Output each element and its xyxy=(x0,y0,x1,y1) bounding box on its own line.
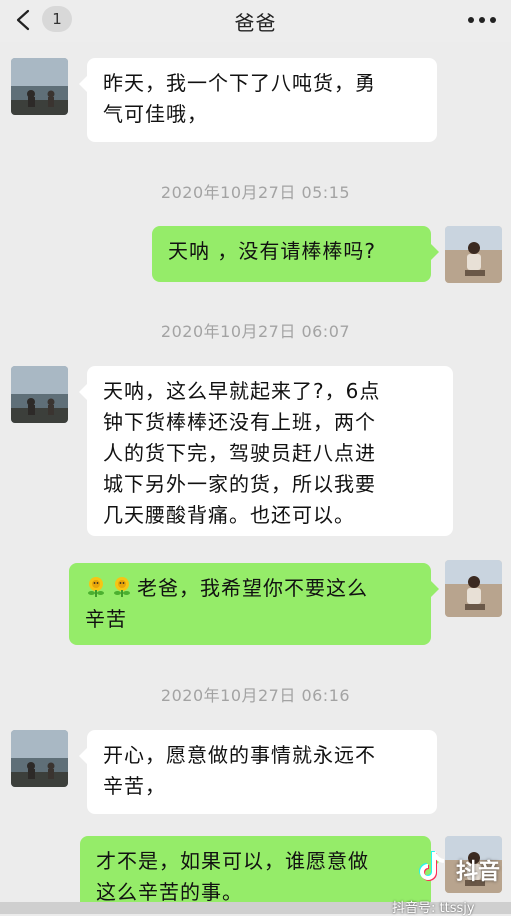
watermark-account-id: 抖音号: ttssjy xyxy=(392,901,475,916)
message-bubble-sent[interactable]: 天呐 ，没有请棒棒吗? xyxy=(152,226,439,282)
douyin-watermark: 抖音 xyxy=(412,848,511,888)
message-text: 开心，愿意做的事情就永远不 辛苦， xyxy=(103,743,376,798)
contact-avatar[interactable] xyxy=(11,366,68,423)
chat-title: 爸爸 xyxy=(234,11,277,35)
sunflower-emoji-icon xyxy=(114,577,130,597)
watermark-brand: 抖音 xyxy=(456,860,501,885)
contact-avatar[interactable] xyxy=(11,730,68,787)
message-bubble-received[interactable]: 昨天，我一个下了八吨货，勇 气可佳哦， xyxy=(79,58,437,142)
message-text: 才不是，如果可以，谁愿意做 这么辛苦的事。 xyxy=(96,849,369,904)
self-avatar[interactable] xyxy=(445,560,502,617)
message-bubble-received[interactable]: 开心，愿意做的事情就永远不 辛苦， xyxy=(79,730,437,814)
message-timestamp: 2020年10月27日 06:16 xyxy=(160,686,351,705)
self-avatar[interactable] xyxy=(445,226,502,283)
message-text: 天呐，这么早就起来了?，6点 钟下货棒棒还没有上班，两个 人的货下完，驾驶员赶八… xyxy=(103,379,381,527)
message-bubble-sent[interactable]: 老爸，我希望你不要这么 辛苦 xyxy=(69,563,439,645)
message-bubble-received[interactable]: 天呐，这么早就起来了?，6点 钟下货棒棒还没有上班，两个 人的货下完，驾驶员赶八… xyxy=(79,366,453,536)
contact-avatar[interactable] xyxy=(11,58,68,115)
chat-header: 1 爸爸 xyxy=(0,0,511,42)
message-timestamp: 2020年10月27日 05:15 xyxy=(160,183,351,202)
message-text: 昨天，我一个下了八吨货，勇 气可佳哦， xyxy=(103,71,376,126)
sunflower-emoji-icon xyxy=(88,577,104,597)
more-options-icon[interactable] xyxy=(467,16,497,24)
message-text: 天呐 ，没有请棒棒吗? xyxy=(168,239,376,263)
douyin-logo-icon xyxy=(419,851,445,881)
message-timestamp: 2020年10月27日 06:07 xyxy=(160,322,351,341)
